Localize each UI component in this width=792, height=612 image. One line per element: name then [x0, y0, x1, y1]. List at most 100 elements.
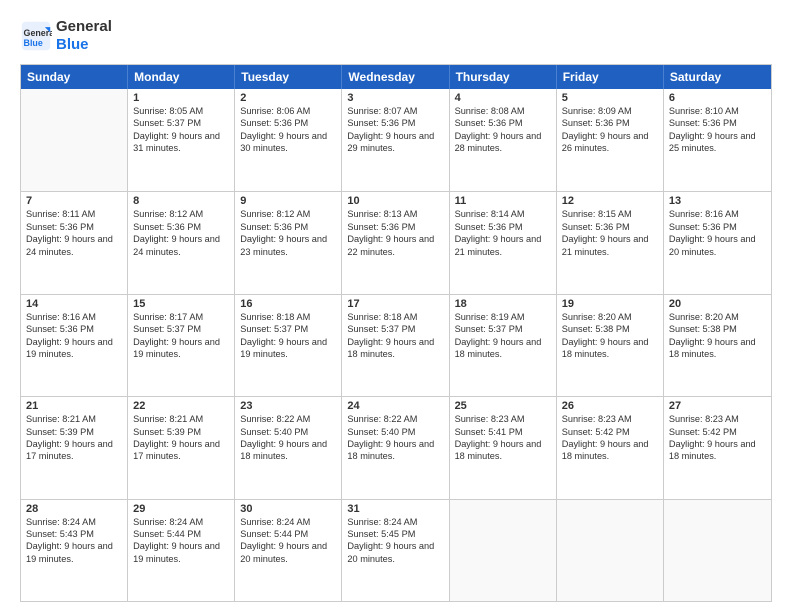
day-number: 23	[240, 400, 336, 412]
daylight-text: Daylight: 9 hours and 25 minutes.	[669, 130, 766, 155]
sunrise-text: Sunrise: 8:07 AM	[347, 105, 443, 117]
sunrise-text: Sunrise: 8:06 AM	[240, 105, 336, 117]
daylight-text: Daylight: 9 hours and 17 minutes.	[26, 438, 122, 463]
sunrise-text: Sunrise: 8:23 AM	[455, 413, 551, 425]
calendar-cell: 21Sunrise: 8:21 AMSunset: 5:39 PMDayligh…	[21, 397, 128, 498]
daylight-text: Daylight: 9 hours and 21 minutes.	[455, 233, 551, 258]
sunset-text: Sunset: 5:36 PM	[133, 221, 229, 233]
sunset-text: Sunset: 5:37 PM	[133, 323, 229, 335]
day-number: 26	[562, 400, 658, 412]
sunrise-text: Sunrise: 8:14 AM	[455, 208, 551, 220]
daylight-text: Daylight: 9 hours and 31 minutes.	[133, 130, 229, 155]
daylight-text: Daylight: 9 hours and 26 minutes.	[562, 130, 658, 155]
sunset-text: Sunset: 5:39 PM	[26, 426, 122, 438]
calendar-cell: 10Sunrise: 8:13 AMSunset: 5:36 PMDayligh…	[342, 192, 449, 293]
day-number: 18	[455, 298, 551, 310]
sunrise-text: Sunrise: 8:19 AM	[455, 311, 551, 323]
calendar-cell: 29Sunrise: 8:24 AMSunset: 5:44 PMDayligh…	[128, 500, 235, 601]
calendar-row-1: 7Sunrise: 8:11 AMSunset: 5:36 PMDaylight…	[21, 191, 771, 293]
sunrise-text: Sunrise: 8:18 AM	[347, 311, 443, 323]
calendar-cell: 30Sunrise: 8:24 AMSunset: 5:44 PMDayligh…	[235, 500, 342, 601]
day-number: 17	[347, 298, 443, 310]
sunset-text: Sunset: 5:36 PM	[562, 117, 658, 129]
svg-text:Blue: Blue	[24, 38, 43, 48]
sunset-text: Sunset: 5:41 PM	[455, 426, 551, 438]
calendar-cell	[557, 500, 664, 601]
day-number: 27	[669, 400, 766, 412]
sunset-text: Sunset: 5:40 PM	[240, 426, 336, 438]
daylight-text: Daylight: 9 hours and 20 minutes.	[347, 540, 443, 565]
daylight-text: Daylight: 9 hours and 30 minutes.	[240, 130, 336, 155]
calendar-cell: 27Sunrise: 8:23 AMSunset: 5:42 PMDayligh…	[664, 397, 771, 498]
sunrise-text: Sunrise: 8:21 AM	[133, 413, 229, 425]
daylight-text: Daylight: 9 hours and 19 minutes.	[26, 540, 122, 565]
sunrise-text: Sunrise: 8:24 AM	[26, 516, 122, 528]
sunset-text: Sunset: 5:36 PM	[26, 323, 122, 335]
day-number: 24	[347, 400, 443, 412]
sunrise-text: Sunrise: 8:24 AM	[347, 516, 443, 528]
day-number: 2	[240, 92, 336, 104]
daylight-text: Daylight: 9 hours and 29 minutes.	[347, 130, 443, 155]
sunrise-text: Sunrise: 8:17 AM	[133, 311, 229, 323]
sunset-text: Sunset: 5:36 PM	[669, 117, 766, 129]
sunset-text: Sunset: 5:36 PM	[347, 117, 443, 129]
day-number: 12	[562, 195, 658, 207]
sunset-text: Sunset: 5:37 PM	[133, 117, 229, 129]
sunrise-text: Sunrise: 8:21 AM	[26, 413, 122, 425]
calendar-cell: 12Sunrise: 8:15 AMSunset: 5:36 PMDayligh…	[557, 192, 664, 293]
day-number: 25	[455, 400, 551, 412]
sunrise-text: Sunrise: 8:15 AM	[562, 208, 658, 220]
day-number: 29	[133, 503, 229, 515]
daylight-text: Daylight: 9 hours and 24 minutes.	[26, 233, 122, 258]
calendar-cell: 14Sunrise: 8:16 AMSunset: 5:36 PMDayligh…	[21, 295, 128, 396]
daylight-text: Daylight: 9 hours and 24 minutes.	[133, 233, 229, 258]
calendar-cell: 3Sunrise: 8:07 AMSunset: 5:36 PMDaylight…	[342, 89, 449, 191]
sunset-text: Sunset: 5:38 PM	[669, 323, 766, 335]
calendar-row-4: 28Sunrise: 8:24 AMSunset: 5:43 PMDayligh…	[21, 499, 771, 601]
calendar-cell: 23Sunrise: 8:22 AMSunset: 5:40 PMDayligh…	[235, 397, 342, 498]
calendar-cell	[21, 89, 128, 191]
day-number: 19	[562, 298, 658, 310]
sunset-text: Sunset: 5:44 PM	[240, 528, 336, 540]
sunset-text: Sunset: 5:36 PM	[347, 221, 443, 233]
daylight-text: Daylight: 9 hours and 22 minutes.	[347, 233, 443, 258]
calendar-cell: 28Sunrise: 8:24 AMSunset: 5:43 PMDayligh…	[21, 500, 128, 601]
sunset-text: Sunset: 5:39 PM	[133, 426, 229, 438]
sunset-text: Sunset: 5:40 PM	[347, 426, 443, 438]
calendar-cell: 6Sunrise: 8:10 AMSunset: 5:36 PMDaylight…	[664, 89, 771, 191]
daylight-text: Daylight: 9 hours and 19 minutes.	[133, 336, 229, 361]
day-number: 22	[133, 400, 229, 412]
header-day-tuesday: Tuesday	[235, 65, 342, 89]
sunset-text: Sunset: 5:37 PM	[347, 323, 443, 335]
day-number: 3	[347, 92, 443, 104]
sunrise-text: Sunrise: 8:13 AM	[347, 208, 443, 220]
header-day-saturday: Saturday	[664, 65, 771, 89]
calendar-body: 1Sunrise: 8:05 AMSunset: 5:37 PMDaylight…	[21, 89, 771, 601]
calendar-cell: 31Sunrise: 8:24 AMSunset: 5:45 PMDayligh…	[342, 500, 449, 601]
calendar-cell: 5Sunrise: 8:09 AMSunset: 5:36 PMDaylight…	[557, 89, 664, 191]
calendar-cell: 17Sunrise: 8:18 AMSunset: 5:37 PMDayligh…	[342, 295, 449, 396]
calendar-cell: 24Sunrise: 8:22 AMSunset: 5:40 PMDayligh…	[342, 397, 449, 498]
sunrise-text: Sunrise: 8:22 AM	[347, 413, 443, 425]
day-number: 1	[133, 92, 229, 104]
logo-icon: General Blue	[20, 20, 52, 52]
calendar-cell	[664, 500, 771, 601]
daylight-text: Daylight: 9 hours and 18 minutes.	[562, 438, 658, 463]
day-number: 6	[669, 92, 766, 104]
calendar-cell: 13Sunrise: 8:16 AMSunset: 5:36 PMDayligh…	[664, 192, 771, 293]
header-day-sunday: Sunday	[21, 65, 128, 89]
day-number: 14	[26, 298, 122, 310]
calendar-cell: 4Sunrise: 8:08 AMSunset: 5:36 PMDaylight…	[450, 89, 557, 191]
sunset-text: Sunset: 5:43 PM	[26, 528, 122, 540]
daylight-text: Daylight: 9 hours and 17 minutes.	[133, 438, 229, 463]
calendar-cell: 15Sunrise: 8:17 AMSunset: 5:37 PMDayligh…	[128, 295, 235, 396]
day-number: 9	[240, 195, 336, 207]
page: General Blue General Blue SundayMondayTu…	[0, 0, 792, 612]
sunset-text: Sunset: 5:42 PM	[669, 426, 766, 438]
calendar-cell: 22Sunrise: 8:21 AMSunset: 5:39 PMDayligh…	[128, 397, 235, 498]
sunset-text: Sunset: 5:42 PM	[562, 426, 658, 438]
sunrise-text: Sunrise: 8:10 AM	[669, 105, 766, 117]
sunset-text: Sunset: 5:45 PM	[347, 528, 443, 540]
calendar-cell: 8Sunrise: 8:12 AMSunset: 5:36 PMDaylight…	[128, 192, 235, 293]
daylight-text: Daylight: 9 hours and 20 minutes.	[240, 540, 336, 565]
